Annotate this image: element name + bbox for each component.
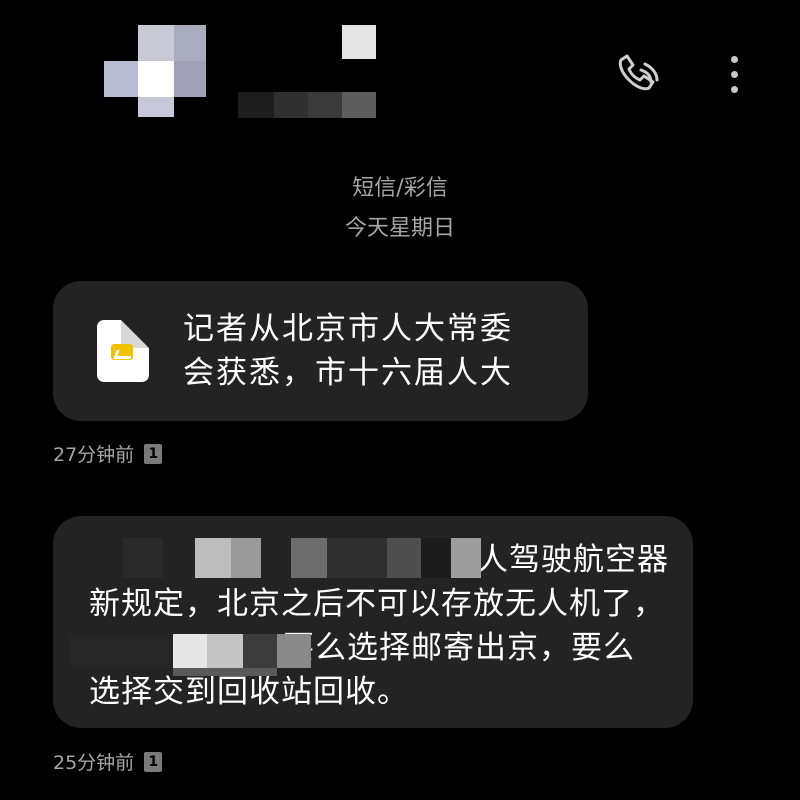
message-line: 选择交到回收站回收。 <box>89 674 409 710</box>
message-timestamp: 27分钟前 1 <box>53 440 163 467</box>
message-bubble[interactable]: 记者从北京市人大常委 会获悉，市十六届人大 <box>53 281 588 421</box>
message-line: 记者从北京市人大常委 <box>183 311 513 347</box>
timestamp-text: 25分钟前 <box>53 752 135 774</box>
timestamp-text: 27分钟前 <box>53 444 135 466</box>
message-text: 记者从北京市人大常委 会获悉，市十六届人大 <box>183 307 573 395</box>
phone-icon <box>618 54 659 91</box>
more-vert-icon-dot <box>730 85 738 93</box>
more-vert-icon <box>730 55 738 63</box>
conversation-header <box>0 0 800 140</box>
date-separator: 今天星期日 <box>344 216 455 241</box>
more-vert-icon-dot <box>730 70 738 78</box>
contact-name-redacted <box>238 20 378 120</box>
contact-avatar-redacted[interactable] <box>100 20 210 120</box>
sim-1-icon: 1 <box>144 751 163 772</box>
redaction-mosaic <box>69 626 319 676</box>
message-timestamp: 25分钟前 1 <box>53 748 163 775</box>
message-bubble[interactable]: 人驾驶航空器 新规定，北京之后不可以存放无人机了， 要么选择邮寄出京，要么 选择… <box>53 516 693 728</box>
image-file-icon[interactable] <box>97 320 149 382</box>
more-options-button[interactable] <box>716 46 752 102</box>
message-line: 新规定，北京之后不可以存放无人机了， <box>89 586 665 622</box>
message-type-label: 短信/彩信 <box>352 176 448 201</box>
image-glyph <box>111 344 133 360</box>
redaction-mosaic <box>123 538 493 578</box>
sim-1-icon: 1 <box>144 443 163 464</box>
message-line: 会获悉，市十六届人大 <box>183 355 513 391</box>
call-button[interactable] <box>610 52 666 96</box>
